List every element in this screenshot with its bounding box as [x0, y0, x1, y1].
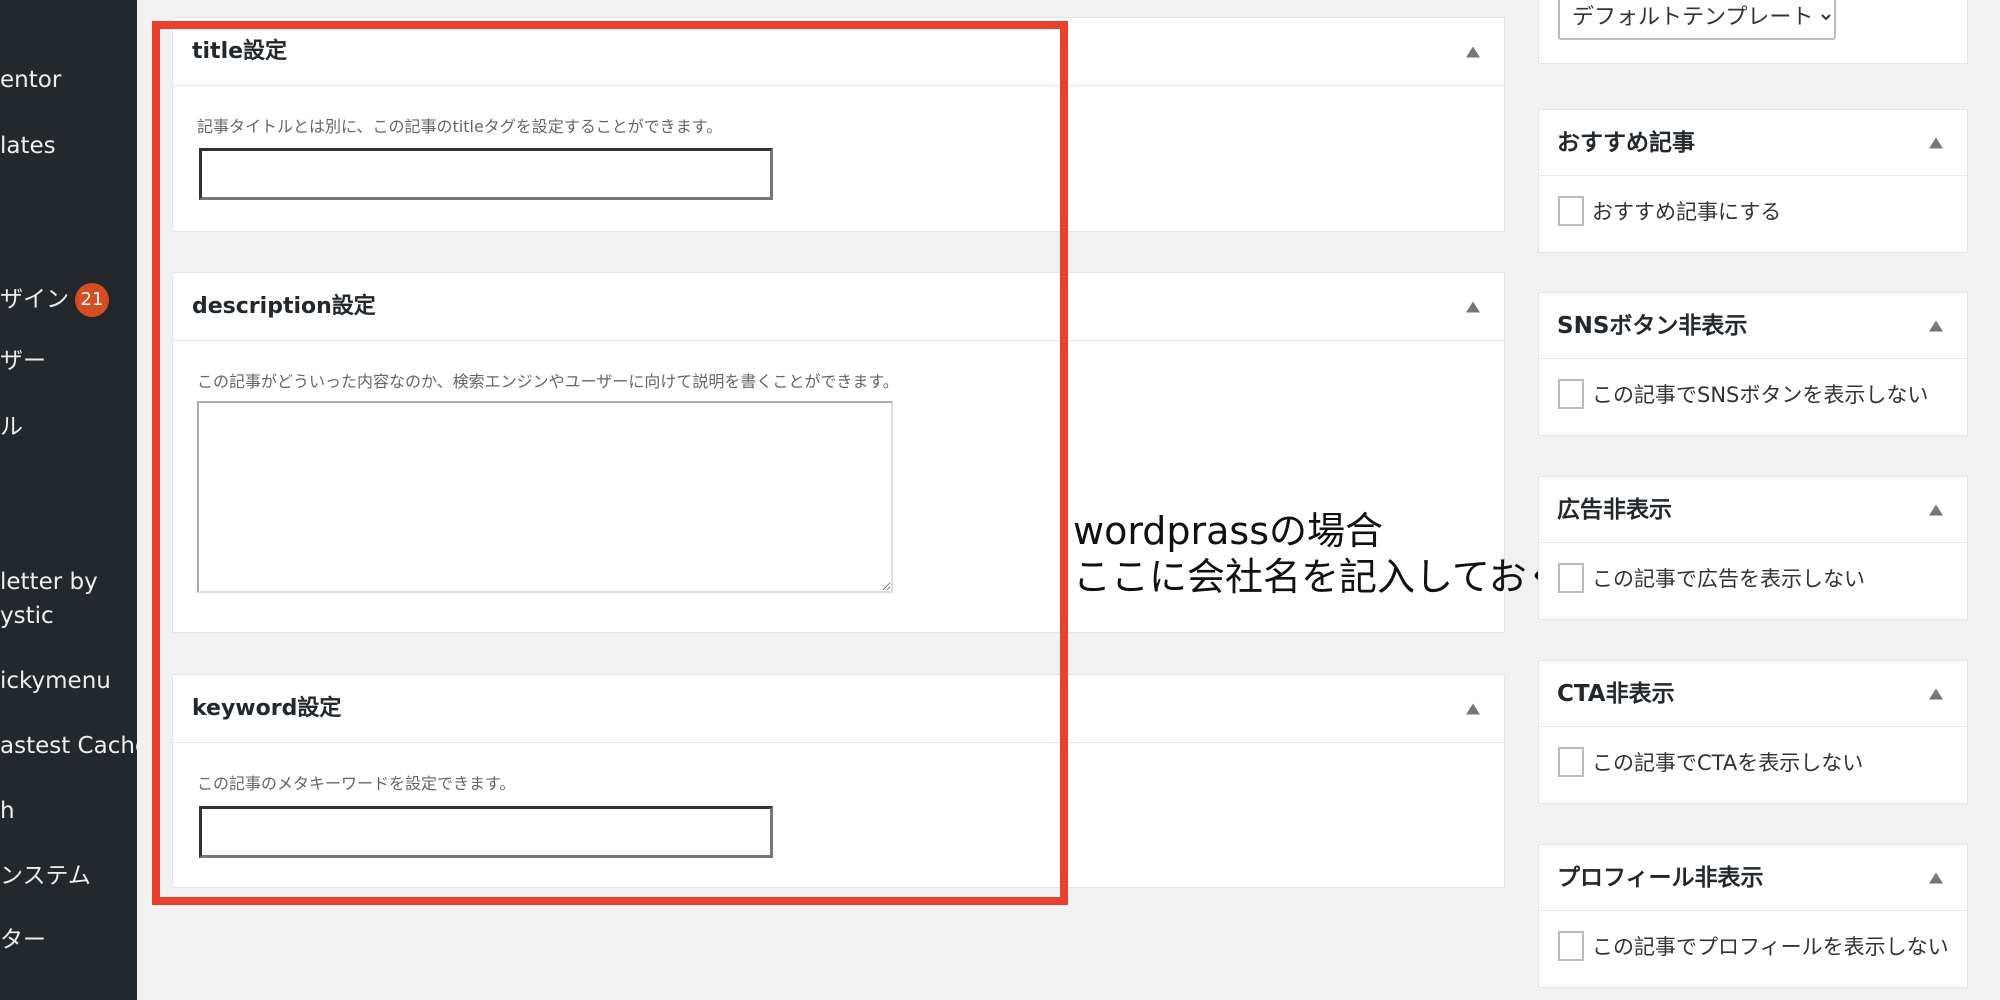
ad-hide-heading: 広告非表示 — [1557, 497, 1672, 523]
keyword-settings-box: keyword設定 この記事のメタキーワードを設定できます。 — [172, 674, 1505, 888]
collapse-arrow-icon[interactable] — [1466, 703, 1480, 714]
cta-hide-option[interactable]: この記事でCTAを表示しない — [1558, 747, 1863, 777]
page-template-select[interactable]: デフォルトテンプレート — [1558, 0, 1836, 40]
description-settings-header[interactable]: description設定 — [173, 273, 1504, 341]
keyword-settings-heading: keyword設定 — [192, 696, 342, 721]
sidebar-item-system[interactable]: ンステム — [0, 860, 91, 892]
update-count-badge: 21 — [75, 283, 109, 317]
recommended-article-option-label: おすすめ記事にする — [1592, 200, 1782, 224]
sidebar-item-search[interactable]: h — [0, 795, 15, 827]
sidebar-item-label: entor — [0, 67, 62, 93]
sidebar-item-templates[interactable]: lates — [0, 130, 56, 162]
sidebar-item-label: ickymenu — [0, 668, 111, 694]
collapse-arrow-icon[interactable] — [1929, 320, 1943, 331]
recommended-article-option[interactable]: おすすめ記事にする — [1558, 196, 1781, 226]
sidebar-item-label: lates — [0, 133, 56, 159]
sidebar-item-newsletter[interactable]: letter by — [0, 566, 98, 598]
sidebar-item-label: ザイン — [0, 286, 69, 313]
sidebar-item-label: ター — [0, 927, 46, 953]
cta-hide-checkbox[interactable] — [1558, 747, 1584, 777]
collapse-arrow-icon[interactable] — [1929, 137, 1943, 148]
ad-hide-option[interactable]: この記事で広告を表示しない — [1558, 563, 1865, 593]
sidebar-item-label: ンステム — [0, 863, 91, 889]
ad-hide-checkbox[interactable] — [1558, 563, 1584, 593]
cta-hide-header[interactable]: CTA非表示 — [1539, 661, 1967, 727]
ad-hide-option-label: この記事で広告を表示しない — [1592, 567, 1865, 591]
profile-hide-heading: プロフィール非表示 — [1557, 865, 1764, 891]
sns-hide-option-label: この記事でSNSボタンを表示しない — [1592, 383, 1929, 407]
sidebar-item-users[interactable]: ザー — [0, 345, 46, 377]
sidebar-item-label: ystic — [0, 603, 54, 629]
recommended-article-checkbox[interactable] — [1558, 196, 1584, 226]
sidebar-item-cluster[interactable]: ター — [0, 924, 46, 956]
sidebar-item-label: astest Cache — [0, 733, 137, 759]
cta-hide-heading: CTA非表示 — [1557, 681, 1675, 707]
recommended-article-box: おすすめ記事 おすすめ記事にする — [1538, 109, 1968, 253]
collapse-arrow-icon[interactable] — [1929, 872, 1943, 883]
profile-hide-box: プロフィール非表示 この記事でプロフィールを表示しない — [1538, 844, 1968, 988]
sidebar-item-stickymenu[interactable]: ickymenu — [0, 665, 111, 697]
keyword-settings-description: この記事のメタキーワードを設定できます。 — [197, 774, 516, 793]
seo-title-input[interactable] — [199, 148, 773, 200]
sns-hide-header[interactable]: SNSボタン非表示 — [1539, 293, 1967, 359]
recommended-article-header[interactable]: おすすめ記事 — [1539, 110, 1967, 176]
sidebar-item-elementor[interactable]: entor — [0, 64, 61, 96]
cta-hide-box: CTA非表示 この記事でCTAを表示しない — [1538, 660, 1968, 804]
collapse-arrow-icon[interactable] — [1466, 301, 1480, 312]
description-settings-heading: description設定 — [192, 294, 376, 319]
title-settings-description: 記事タイトルとは別に、この記事のtitleタグを設定することができます。 — [197, 117, 723, 136]
ad-hide-header[interactable]: 広告非表示 — [1539, 477, 1967, 543]
profile-hide-checkbox[interactable] — [1558, 931, 1584, 961]
recommended-article-heading: おすすめ記事 — [1557, 130, 1695, 156]
sidebar-item-tools[interactable]: ル — [0, 411, 23, 443]
admin-sidebar: entor lates ザイン 21 ザー ル letter by ystic i… — [0, 0, 137, 1000]
sidebar-item-label: letter by — [0, 569, 98, 595]
sidebar-item-label: ザー — [0, 348, 46, 374]
annotation-line-1: wordprassの場合 — [1073, 509, 1384, 553]
collapse-arrow-icon[interactable] — [1929, 688, 1943, 699]
meta-description-textarea[interactable] — [197, 401, 893, 593]
collapse-arrow-icon[interactable] — [1466, 46, 1480, 57]
collapse-arrow-icon[interactable] — [1929, 504, 1943, 515]
sns-hide-checkbox[interactable] — [1558, 379, 1584, 409]
profile-hide-option[interactable]: この記事でプロフィールを表示しない — [1558, 931, 1949, 961]
sidebar-item-newsletter-sub: ystic — [0, 600, 54, 632]
sns-hide-option[interactable]: この記事でSNSボタンを表示しない — [1558, 379, 1928, 409]
sidebar-item-label: h — [0, 798, 15, 824]
title-settings-heading: title設定 — [192, 39, 288, 64]
profile-hide-header[interactable]: プロフィール非表示 — [1539, 845, 1967, 911]
sidebar-item-design[interactable]: ザイン 21 — [0, 283, 109, 317]
meta-keyword-input[interactable] — [199, 806, 773, 858]
profile-hide-option-label: この記事でプロフィールを表示しない — [1592, 935, 1949, 959]
sns-hide-heading: SNSボタン非表示 — [1557, 313, 1748, 339]
sns-hide-box: SNSボタン非表示 この記事でSNSボタンを表示しない — [1538, 292, 1968, 436]
annotation-text: wordprassの場合 ここに会社名を記入しておく — [1073, 508, 1565, 600]
sidebar-item-label: ル — [0, 414, 23, 440]
title-settings-header[interactable]: title設定 — [173, 18, 1504, 86]
keyword-settings-header[interactable]: keyword設定 — [173, 675, 1504, 743]
cta-hide-option-label: この記事でCTAを表示しない — [1592, 751, 1864, 775]
sidebar-item-fastest-cache[interactable]: astest Cache — [0, 730, 137, 762]
title-settings-box: title設定 記事タイトルとは別に、この記事のtitleタグを設定することがで… — [172, 17, 1505, 232]
annotation-line-2: ここに会社名を記入しておく — [1073, 555, 1565, 599]
description-settings-description: この記事がどういった内容なのか、検索エンジンやユーザーに向けて説明を書くことがで… — [197, 372, 899, 391]
ad-hide-box: 広告非表示 この記事で広告を表示しない — [1538, 476, 1968, 620]
